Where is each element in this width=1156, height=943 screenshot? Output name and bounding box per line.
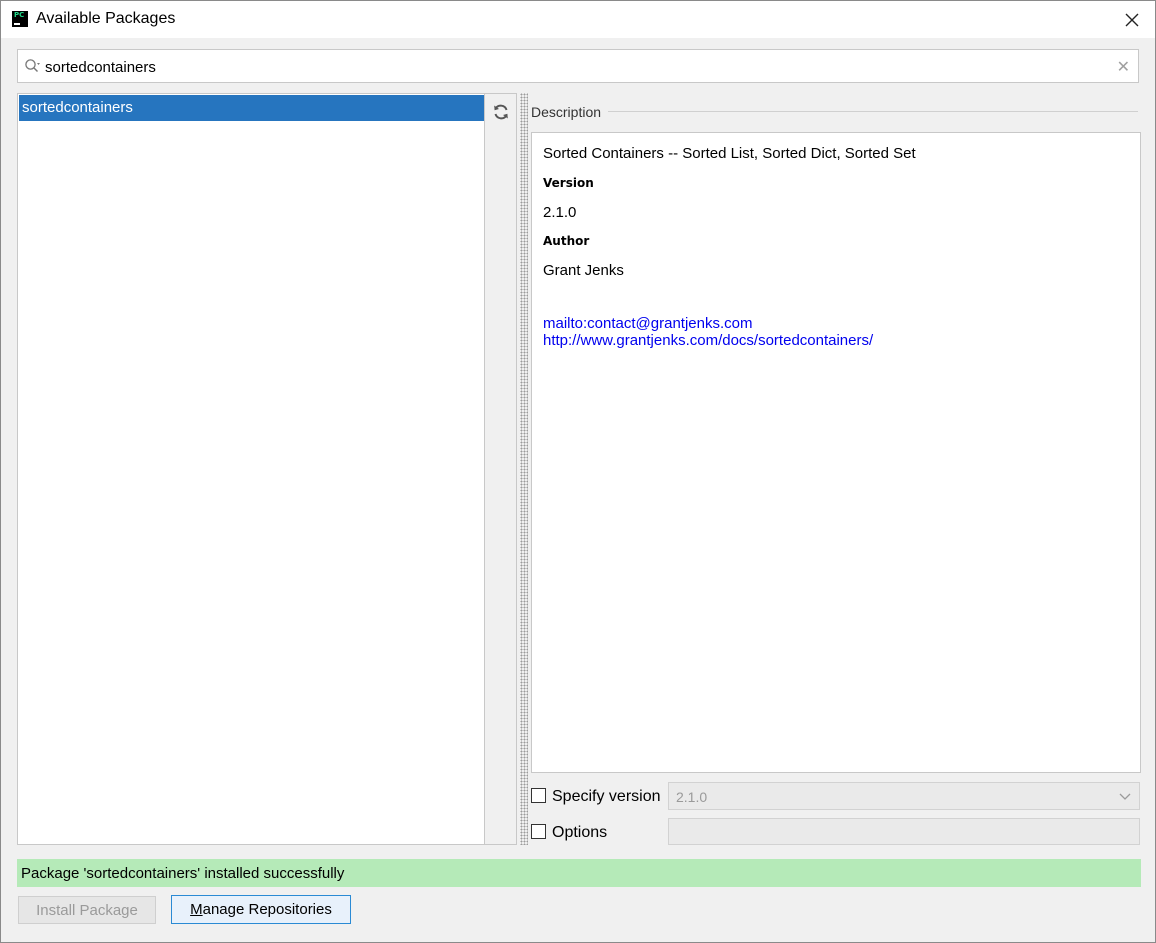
manage-repositories-button[interactable]: Manage Repositories (171, 895, 351, 924)
version-heading: Version (543, 176, 594, 190)
chevron-down-icon (1119, 793, 1131, 800)
available-packages-dialog: PC Available Packages sortedcontainers ✕… (0, 0, 1156, 943)
search-field[interactable]: sortedcontainers ✕ (17, 49, 1139, 83)
specify-version-checkbox[interactable] (531, 788, 546, 803)
list-toolbar (485, 93, 517, 845)
status-bar: Package 'sortedcontainers' installed suc… (17, 859, 1141, 887)
title-bar: PC Available Packages (1, 1, 1155, 38)
version-select[interactable]: 2.1.0 (668, 782, 1140, 810)
list-item[interactable]: sortedcontainers (19, 95, 484, 121)
section-divider (608, 111, 1138, 112)
email-link[interactable]: mailto:contact@grantjenks.com (543, 315, 752, 332)
close-button[interactable] (1109, 1, 1155, 38)
version-value: 2.1.0 (543, 204, 577, 221)
options-checkbox[interactable] (531, 824, 546, 839)
splitter-handle[interactable] (520, 93, 528, 845)
author-heading: Author (543, 234, 590, 248)
clear-icon[interactable]: ✕ (1117, 57, 1130, 77)
close-icon (1125, 13, 1139, 26)
manage-button-label: anage Repositories (202, 901, 332, 918)
mnemonic-letter: M (190, 901, 203, 918)
window-title: Available Packages (36, 10, 176, 27)
search-icon[interactable] (24, 58, 40, 74)
refresh-icon[interactable] (491, 102, 511, 122)
status-message: Package 'sortedcontainers' installed suc… (21, 865, 345, 882)
pycharm-icon: PC (12, 11, 28, 27)
description-panel: Sorted Containers -- Sorted List, Sorted… (531, 132, 1141, 773)
specify-version-label[interactable]: Specify version (552, 788, 661, 806)
search-input[interactable]: sortedcontainers (45, 59, 156, 76)
package-list[interactable]: sortedcontainers (17, 93, 485, 845)
author-value: Grant Jenks (543, 262, 624, 279)
version-select-value: 2.1.0 (676, 789, 708, 805)
install-package-button[interactable]: Install Package (18, 896, 156, 924)
options-input[interactable] (668, 818, 1140, 845)
options-label[interactable]: Options (552, 824, 607, 842)
homepage-link[interactable]: http://www.grantjenks.com/docs/sortedcon… (543, 332, 873, 349)
description-label: Description (531, 104, 608, 120)
package-summary: Sorted Containers -- Sorted List, Sorted… (543, 145, 916, 162)
